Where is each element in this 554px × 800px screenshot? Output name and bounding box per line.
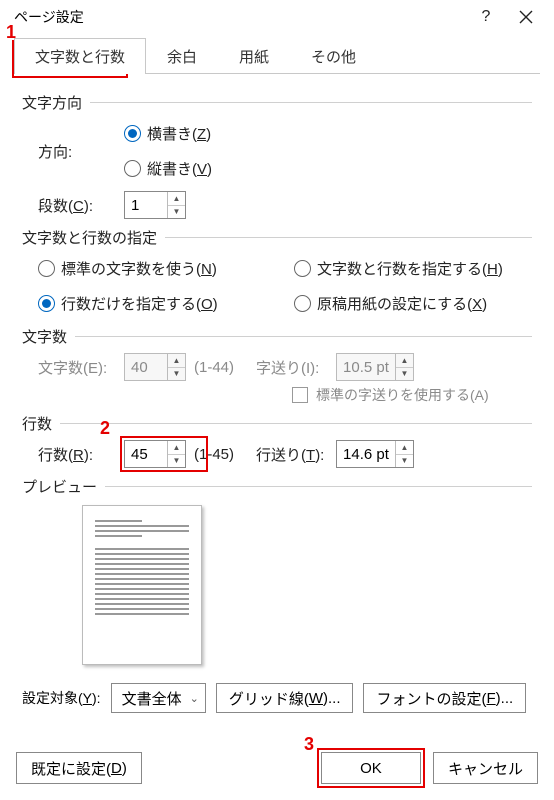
char-pitch-label: 字送り(I): bbox=[256, 357, 328, 378]
titlebar: ページ設定 ? bbox=[0, 0, 554, 34]
apply-select[interactable]: 文書全体 ⌄ bbox=[111, 683, 206, 713]
spinner-buttons: ▲▼ bbox=[167, 354, 185, 380]
line-pitch-input[interactable] bbox=[337, 441, 395, 467]
cancel-button[interactable]: キャンセル bbox=[433, 752, 538, 784]
char-pitch-spinner: ▲▼ bbox=[336, 353, 414, 381]
spinner-buttons: ▲▼ bbox=[395, 354, 413, 380]
chars-spinner: ▲▼ bbox=[124, 353, 186, 381]
char-pitch-input bbox=[337, 354, 395, 380]
columns-spinner[interactable]: ▲▼ bbox=[124, 191, 186, 219]
tab-chars-lines[interactable]: 文字数と行数 bbox=[14, 38, 146, 74]
section-preview: プレビュー bbox=[22, 476, 532, 497]
radio-lines-only[interactable]: 行数だけを指定する(O) bbox=[38, 293, 258, 314]
preview-page bbox=[82, 505, 202, 665]
std-pitch-label: 標準の字送りを使用する(A) bbox=[316, 385, 489, 405]
radio-icon bbox=[38, 295, 55, 312]
close-button[interactable] bbox=[506, 2, 546, 32]
radio-icon bbox=[124, 160, 141, 177]
columns-label: 段数(C): bbox=[38, 195, 116, 216]
chevron-down-icon: ⌄ bbox=[190, 692, 199, 705]
spinner-buttons[interactable]: ▲▼ bbox=[167, 192, 185, 218]
close-icon bbox=[519, 10, 533, 24]
radio-vertical[interactable]: 縦書き(V) bbox=[124, 158, 212, 179]
lines-input[interactable] bbox=[125, 441, 167, 467]
columns-input[interactable] bbox=[125, 192, 167, 218]
radio-icon bbox=[294, 295, 311, 312]
chars-range: (1-44) bbox=[194, 359, 234, 376]
line-pitch-spinner[interactable]: ▲▼ bbox=[336, 440, 414, 468]
tab-other[interactable]: その他 bbox=[290, 38, 377, 74]
dialog-footer: 既定に設定(D) OK キャンセル bbox=[0, 752, 554, 800]
lines-spinner[interactable]: ▲▼ bbox=[124, 440, 186, 468]
radio-manuscript-label: 原稿用紙の設定にする(X) bbox=[317, 293, 487, 314]
tab-margins[interactable]: 余白 bbox=[146, 38, 218, 74]
tab-paper[interactable]: 用紙 bbox=[218, 38, 290, 74]
set-default-button[interactable]: 既定に設定(D) bbox=[16, 752, 142, 784]
annotation-number-2: 2 bbox=[100, 418, 110, 439]
dialog-content: 文字方向 方向: 横書き(Z) 縦書き(V) 段数(C): bbox=[0, 74, 554, 713]
std-pitch-checkbox bbox=[292, 387, 308, 403]
radio-chars-lines-label: 文字数と行数を指定する(H) bbox=[317, 258, 503, 279]
radio-standard[interactable]: 標準の文字数を使う(N) bbox=[38, 258, 258, 279]
ok-button[interactable]: OK bbox=[321, 752, 421, 784]
radio-manuscript[interactable]: 原稿用紙の設定にする(X) bbox=[294, 293, 503, 314]
help-button[interactable]: ? bbox=[466, 2, 506, 32]
section-spec: 文字数と行数の指定 bbox=[22, 227, 532, 248]
font-settings-button[interactable]: フォントの設定(F)... bbox=[363, 683, 526, 713]
lines-range: (1-45) bbox=[194, 446, 234, 463]
radio-standard-label: 標準の文字数を使う(N) bbox=[61, 258, 217, 279]
radio-icon bbox=[38, 260, 55, 277]
section-lines: 行数 bbox=[22, 413, 532, 434]
spinner-buttons[interactable]: ▲▼ bbox=[395, 441, 413, 467]
dialog-title: ページ設定 bbox=[14, 7, 466, 27]
grid-lines-button[interactable]: グリッド線(W)... bbox=[216, 683, 354, 713]
radio-lines-only-label: 行数だけを指定する(O) bbox=[61, 293, 218, 314]
page-setup-dialog: ページ設定 ? 1 文字数と行数 余白 用紙 その他 文字方向 方向: 横書き(… bbox=[0, 0, 554, 800]
radio-vertical-label: 縦書き(V) bbox=[147, 158, 212, 179]
section-direction: 文字方向 bbox=[22, 92, 532, 113]
chars-label: 文字数(E): bbox=[38, 357, 116, 378]
radio-chars-lines[interactable]: 文字数と行数を指定する(H) bbox=[294, 258, 503, 279]
radio-horizontal-label: 横書き(Z) bbox=[147, 123, 211, 144]
lines-label: 行数(R): bbox=[38, 444, 116, 465]
tabs: 文字数と行数 余白 用紙 その他 bbox=[14, 38, 540, 74]
apply-label: 設定対象(Y): bbox=[22, 688, 101, 708]
apply-value: 文書全体 bbox=[122, 688, 182, 709]
spinner-buttons[interactable]: ▲▼ bbox=[167, 441, 185, 467]
chars-input bbox=[125, 354, 167, 380]
direction-label: 方向: bbox=[38, 141, 116, 162]
radio-horizontal[interactable]: 横書き(Z) bbox=[124, 123, 212, 144]
section-chars: 文字数 bbox=[22, 326, 532, 347]
radio-icon bbox=[124, 125, 141, 142]
line-pitch-label: 行送り(T): bbox=[256, 444, 328, 465]
radio-icon bbox=[294, 260, 311, 277]
